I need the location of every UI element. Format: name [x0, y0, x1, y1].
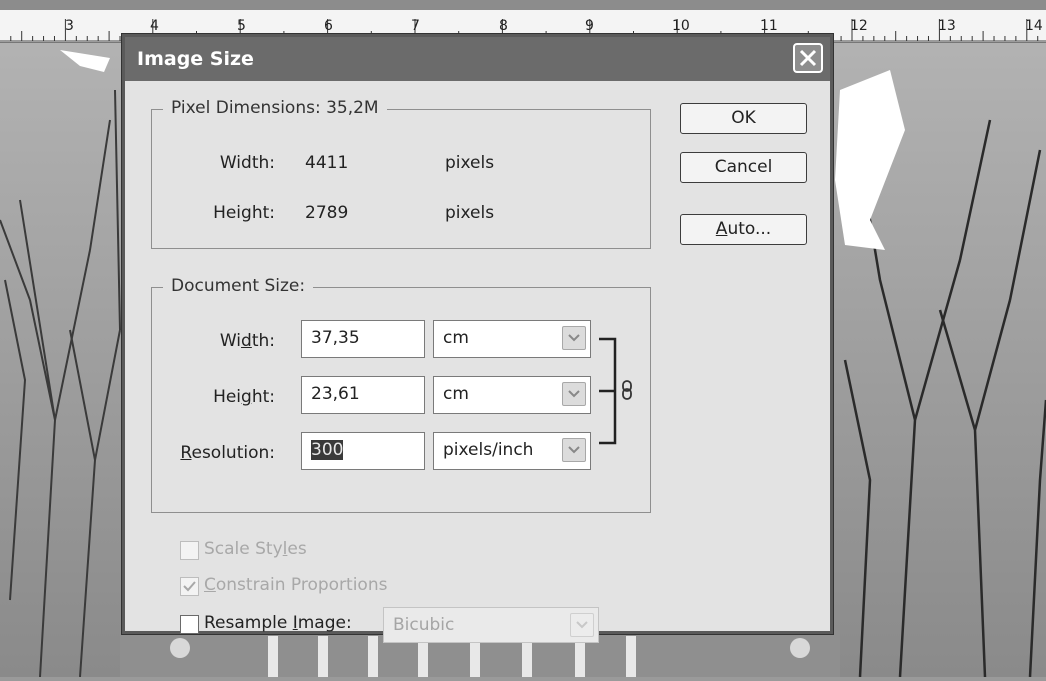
ruler-number: 9: [585, 18, 594, 34]
ruler-number: 13: [938, 18, 956, 34]
pixel-dimensions-group: [151, 109, 651, 249]
ruler-number: 8: [499, 18, 508, 34]
check-icon: [183, 581, 196, 592]
doc-width-label: Width:: [219, 331, 275, 351]
chevron-down-icon[interactable]: [562, 438, 586, 462]
close-button[interactable]: [793, 43, 823, 73]
pixel-dimensions-legend: Pixel Dimensions: 35,2M: [163, 98, 387, 118]
pixel-width-label: Width:: [219, 153, 275, 173]
ruler-number: 11: [760, 18, 778, 34]
image-size-dialog: Image Size Pixel Dimensions: 35,2M Width…: [122, 34, 833, 643]
chevron-down-icon[interactable]: [562, 326, 586, 350]
dialog-body: Pixel Dimensions: 35,2M Width: 4411 pixe…: [125, 81, 830, 643]
chevron-down-icon[interactable]: [562, 382, 586, 406]
dialog-titlebar[interactable]: Image Size: [125, 37, 830, 81]
dialog-title: Image Size: [137, 48, 254, 70]
close-icon: [799, 49, 817, 67]
ok-button[interactable]: OK: [680, 103, 807, 134]
ruler-number: 14: [1025, 18, 1043, 34]
doc-height-input[interactable]: 23,61: [301, 376, 425, 414]
cancel-button[interactable]: Cancel: [680, 152, 807, 183]
resolution-selected-text: 300: [311, 440, 344, 460]
scale-styles-label: Scale Styles: [204, 539, 307, 559]
resolution-label: Resolution:: [180, 443, 275, 463]
pixel-height-value: 2789: [305, 203, 349, 223]
doc-width-input[interactable]: 37,35: [301, 320, 425, 358]
doc-height-label: Height:: [213, 387, 275, 407]
resolution-input[interactable]: 300: [301, 432, 425, 470]
doc-width-unit-select[interactable]: cm: [433, 320, 591, 358]
ruler-number: 6: [324, 18, 333, 34]
ruler-number: 5: [237, 18, 246, 34]
resample-image-checkbox[interactable]: [180, 615, 199, 634]
pixel-height-unit: pixels: [445, 203, 495, 223]
resample-method-select[interactable]: Bicubic: [383, 607, 599, 643]
ruler-number: 4: [150, 18, 159, 34]
chain-link-icon: [622, 380, 632, 400]
constrain-link: [597, 331, 641, 455]
doc-height-unit-select[interactable]: cm: [433, 376, 591, 414]
constrain-proportions-checkbox[interactable]: [180, 577, 199, 596]
pixel-width-value: 4411: [305, 153, 349, 173]
pixel-width-unit: pixels: [445, 153, 495, 173]
resolution-unit-select[interactable]: pixels/inch: [433, 432, 591, 470]
chevron-down-icon[interactable]: [570, 613, 594, 637]
ruler-number: 7: [411, 18, 420, 34]
ruler-number: 3: [65, 18, 74, 34]
pixel-height-label: Height:: [213, 203, 275, 223]
constrain-proportions-label: Constrain Proportions: [204, 575, 388, 595]
ruler-number: 12: [850, 18, 868, 34]
auto-button[interactable]: Auto...: [680, 214, 807, 245]
document-size-legend: Document Size:: [163, 276, 314, 296]
resample-image-label: Resample Image:: [204, 613, 352, 633]
scale-styles-checkbox[interactable]: [180, 541, 199, 560]
ruler-number: 10: [672, 18, 690, 34]
